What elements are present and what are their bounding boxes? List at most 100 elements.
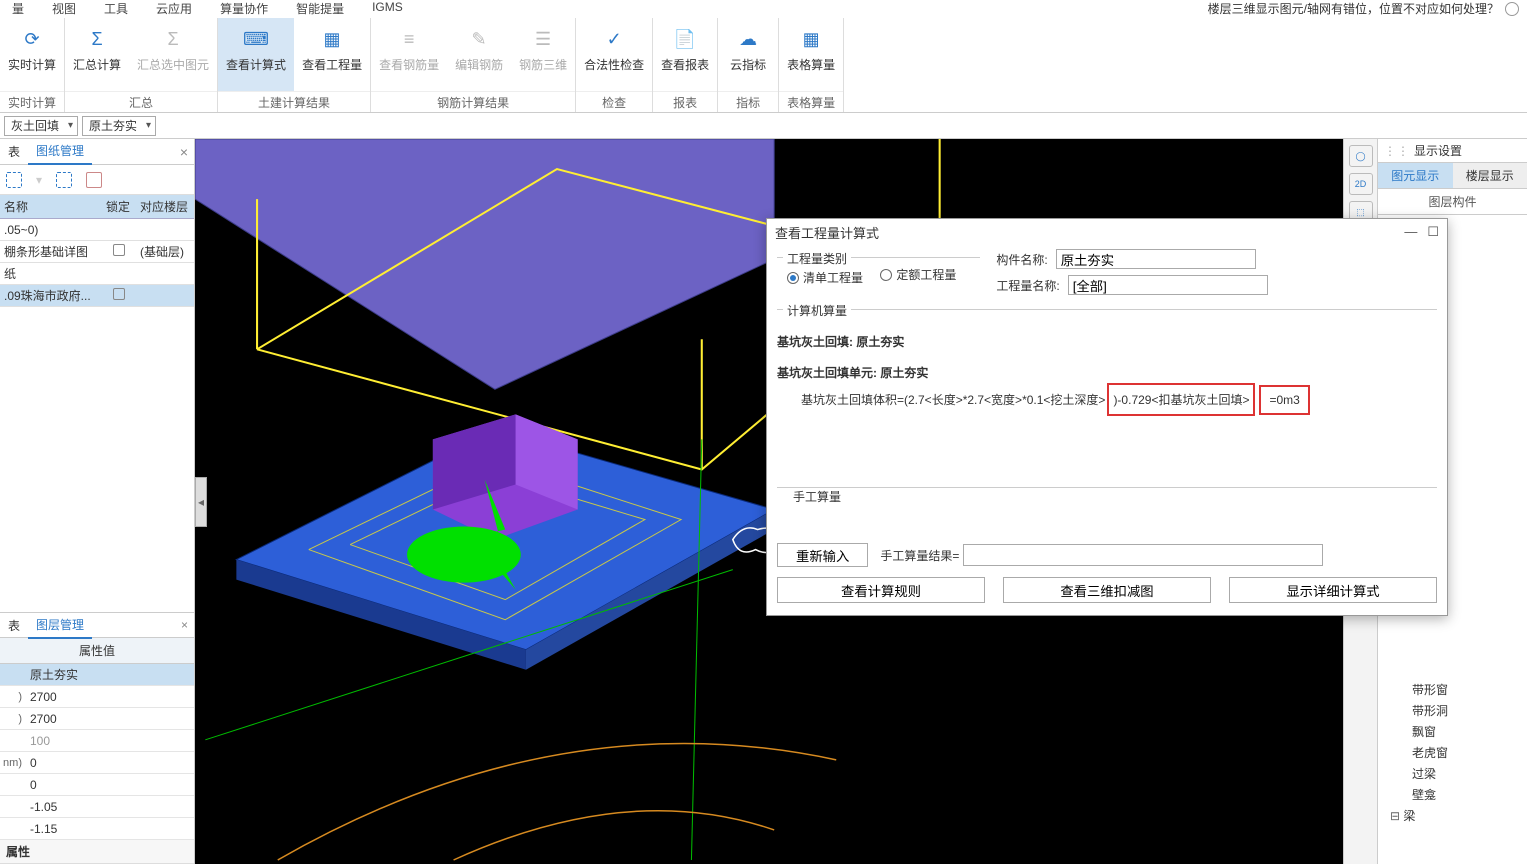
- calculation-dialog: 查看工程量计算式 ― ☐ 工程量类别 清单工程量 定额工程量 构件名称: 工程量…: [766, 218, 1448, 616]
- ribbon-icon: ▦: [319, 26, 345, 52]
- tab-table[interactable]: 表: [0, 139, 28, 164]
- radio-quota-qty[interactable]: 定额工程量: [880, 266, 956, 283]
- ribbon-查看工程量[interactable]: ▦ 查看工程量: [294, 18, 370, 91]
- ribbon-group-label: 报表: [653, 91, 717, 112]
- property-row[interactable]: -1.05: [0, 796, 194, 818]
- tool-icon[interactable]: [6, 172, 22, 188]
- highlight-deduction: )-0.729<扣基坑灰土回填>: [1107, 383, 1255, 416]
- ribbon-查看报表[interactable]: 📄查看报表: [653, 18, 717, 91]
- ribbon-合法性检查[interactable]: ✓合法性检查: [576, 18, 652, 91]
- manual-result-input[interactable]: [963, 544, 1323, 566]
- property-row[interactable]: 0: [0, 774, 194, 796]
- drawing-row[interactable]: 棚条形基础详图(基础层): [0, 241, 194, 263]
- view-2d-icon[interactable]: 2D: [1349, 173, 1373, 195]
- drag-icon: ⋮⋮: [1384, 144, 1410, 158]
- combo-component[interactable]: 原土夯实: [82, 116, 156, 136]
- ribbon-icon: ✎: [466, 26, 492, 52]
- menu-item[interactable]: 视图: [52, 0, 76, 17]
- tab-element-display[interactable]: 图元显示: [1378, 163, 1453, 188]
- ribbon-label: 钢筋三维: [519, 56, 567, 73]
- tree-item[interactable]: 带形窗: [1380, 679, 1525, 700]
- ribbon-表格算量[interactable]: ▦表格算量: [779, 18, 843, 91]
- tab-floor-display[interactable]: 楼层显示: [1453, 163, 1527, 188]
- calc-line2: 基坑灰土回填单元: 原土夯实: [777, 364, 1437, 381]
- radio-bill-qty[interactable]: 清单工程量: [787, 269, 863, 286]
- ribbon-icon: ☰: [530, 26, 556, 52]
- minimize-icon[interactable]: ―: [1404, 224, 1417, 240]
- combo-fill-type[interactable]: 灰土回填: [4, 116, 78, 136]
- tool-icon[interactable]: [56, 172, 72, 188]
- ribbon-icon: ✓: [601, 26, 627, 52]
- menu-item[interactable]: 云应用: [156, 0, 192, 17]
- drawing-row[interactable]: 纸: [0, 263, 194, 285]
- calc-line1: 基坑灰土回填: 原土夯实: [777, 333, 1437, 350]
- calc-body: 基坑灰土回填: 原土夯实 基坑灰土回填单元: 原土夯实 基坑灰土回填体积=(2.…: [767, 327, 1447, 477]
- menu-item[interactable]: 智能提量: [296, 0, 344, 17]
- reenter-button[interactable]: 重新输入: [777, 543, 868, 567]
- close-icon[interactable]: ×: [180, 144, 188, 160]
- ribbon-icon: ▦: [798, 26, 824, 52]
- ribbon-label: 云指标: [730, 56, 766, 73]
- tree-item[interactable]: 壁龛: [1380, 784, 1525, 805]
- ribbon-label: 实时计算: [8, 56, 56, 73]
- tree-item[interactable]: 老虎窗: [1380, 742, 1525, 763]
- view-detail-button[interactable]: 显示详细计算式: [1229, 577, 1437, 603]
- qty-name-label: 工程量名称:: [996, 277, 1059, 294]
- qty-name-input[interactable]: [1068, 275, 1268, 295]
- qty-type-legend: 工程量类别: [783, 250, 851, 267]
- highlight-result: =0m3: [1259, 385, 1309, 415]
- ribbon-label: 编辑钢筋: [455, 56, 503, 73]
- property-row[interactable]: 100: [0, 730, 194, 752]
- property-row[interactable]: nm)0: [0, 752, 194, 774]
- delete-icon[interactable]: [86, 172, 102, 188]
- ribbon-label: 查看工程量: [302, 56, 362, 73]
- view-3d-icon[interactable]: ◯: [1349, 145, 1373, 167]
- property-row[interactable]: 原土夯实: [0, 664, 194, 686]
- menu-item[interactable]: 量: [12, 0, 24, 17]
- view-3d-deduct-button[interactable]: 查看三维扣减图: [1003, 577, 1211, 603]
- property-row[interactable]: -1.15: [0, 818, 194, 840]
- drawing-row[interactable]: .09珠海市政府...: [0, 285, 194, 307]
- tab-table2[interactable]: 表: [0, 613, 28, 638]
- tree-item[interactable]: 带形洞: [1380, 700, 1525, 721]
- formula-prefix: 基坑灰土回填体积=(2.7<长度>*2.7<宽度>*0.1<挖土深度>: [801, 393, 1105, 407]
- menu-item[interactable]: IGMS: [372, 0, 403, 14]
- tree-item[interactable]: 过梁: [1380, 763, 1525, 784]
- tree-group[interactable]: 梁: [1380, 805, 1525, 826]
- ribbon-label: 查看计算式: [226, 56, 286, 73]
- ribbon-汇总选中图元: Σ汇总选中图元: [129, 18, 217, 91]
- property-row[interactable]: )2700: [0, 708, 194, 730]
- ribbon-云指标[interactable]: ☁云指标: [718, 18, 778, 91]
- query-text: 楼层三维显示图元/轴网有错位，位置不对应如何处理？: [1208, 0, 1499, 17]
- ribbon-label: 查看报表: [661, 56, 709, 73]
- ribbon-icon: ⟳: [19, 26, 45, 52]
- manual-result-label: 手工算量结果=: [880, 547, 959, 564]
- menu-item[interactable]: 算量协作: [220, 0, 268, 17]
- sub-toolbar: 灰土回填 原土夯实: [0, 113, 1527, 139]
- tree-item[interactable]: 飘窗: [1380, 721, 1525, 742]
- search-icon[interactable]: [1505, 2, 1519, 16]
- ribbon-查看计算式[interactable]: ⌨查看计算式: [218, 18, 294, 91]
- ribbon-group-label: 土建计算结果: [218, 91, 370, 112]
- maximize-icon[interactable]: ☐: [1427, 224, 1439, 240]
- tab-drawing-mgmt[interactable]: 图纸管理: [28, 138, 92, 165]
- ribbon-label: 查看钢筋量: [379, 56, 439, 73]
- view-rules-button[interactable]: 查看计算规则: [777, 577, 985, 603]
- drawing-row[interactable]: .05~0): [0, 219, 194, 241]
- prop-header: 属性值: [0, 638, 194, 664]
- ribbon-汇总计算[interactable]: Σ汇总计算: [65, 18, 129, 91]
- ribbon-group-label: 汇总: [65, 91, 217, 112]
- ribbon-实时计算[interactable]: ⟳ 实时计算: [0, 18, 64, 91]
- component-name-input[interactable]: [1056, 249, 1256, 269]
- ribbon-钢筋三维: ☰ 钢筋三维: [511, 18, 575, 91]
- menu-item[interactable]: 工具: [104, 0, 128, 17]
- left-tabs: 表 图纸管理 ×: [0, 139, 194, 165]
- ribbon-icon: Σ: [84, 26, 110, 52]
- list-header: 名称 锁定 对应楼层: [0, 195, 194, 219]
- ribbon-label: 汇总选中图元: [137, 56, 209, 73]
- tab-layer-mgmt[interactable]: 图层管理: [28, 612, 92, 639]
- ribbon-icon: ≡: [396, 26, 422, 52]
- close-icon[interactable]: ×: [181, 618, 188, 632]
- ribbon-编辑钢筋: ✎ 编辑钢筋: [447, 18, 511, 91]
- property-row[interactable]: )2700: [0, 686, 194, 708]
